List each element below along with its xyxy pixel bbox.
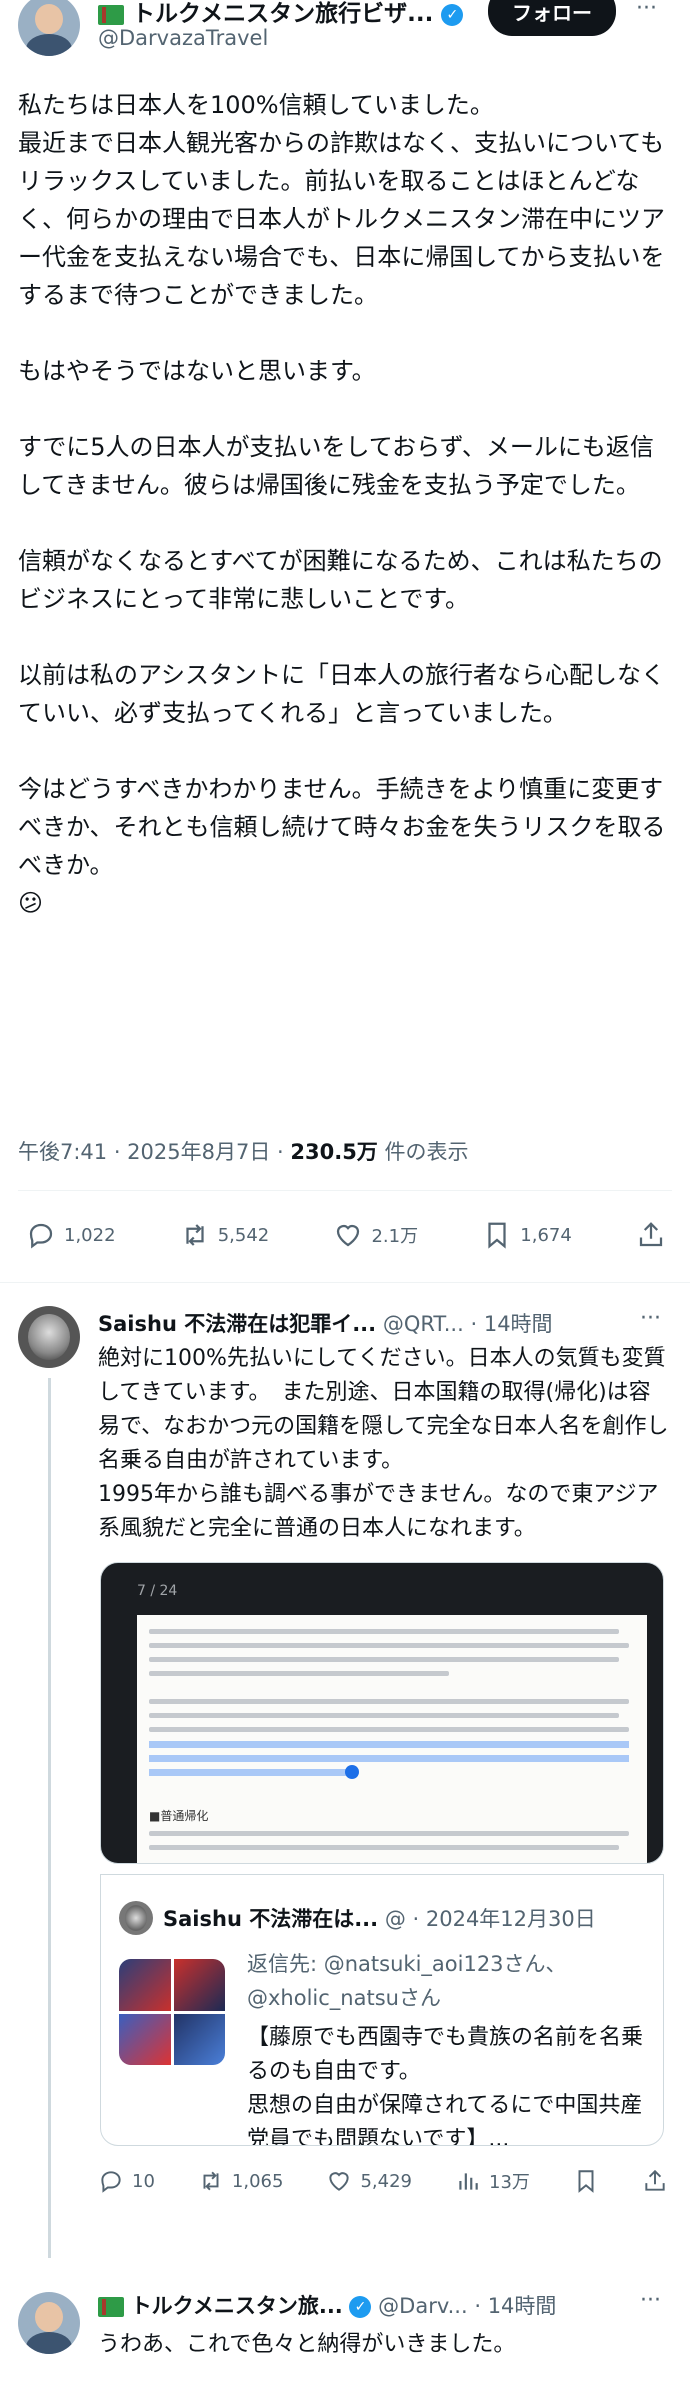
reply-bookmark-button[interactable] xyxy=(573,2168,599,2194)
bookmark-button[interactable]: 1,674 xyxy=(482,1220,572,1250)
reply2-display-name[interactable]: トルクメニスタン旅... xyxy=(131,2294,343,2318)
thread-line xyxy=(48,1378,51,2258)
reply-reply-button[interactable]: 10 xyxy=(98,2168,155,2194)
reply-reply-count: 10 xyxy=(132,2170,155,2192)
retweet-icon xyxy=(186,1224,204,1246)
reply-header: Saishu 不法滞在は犯罪イ... @QRT... · 14時間 xyxy=(98,1308,678,1338)
tweet-paragraph: 今はどうすべきかわかりません。手続きをより慎重に変更すべきか、それとも信頼し続け… xyxy=(18,775,666,879)
reply-retweet-count: 1,065 xyxy=(231,2170,284,2192)
tweet-paragraph: すでに5人の日本人が支払いをしておらず、メールにも返信してきません。彼らは帰国後… xyxy=(18,433,654,499)
document-page-counter: 7 / 24 xyxy=(137,1583,178,1599)
like-count: 2.1万 xyxy=(371,1226,419,1247)
reply-author-avatar[interactable] xyxy=(18,1306,80,1368)
retweet-icon xyxy=(203,2171,219,2191)
turkmenistan-flag-icon xyxy=(98,4,124,25)
quoted-date: · 2024年12月30日 xyxy=(412,1907,596,1931)
bar-chart-icon xyxy=(459,2173,478,2190)
retweet-button[interactable]: 5,542 xyxy=(180,1220,270,1250)
divider xyxy=(18,1190,672,1191)
reply2-text: うわあ、これで色々と納得がいきました。 xyxy=(98,2332,516,2357)
quoted-tweet[interactable]: Saishu 不法滞在は... @ · 2024年12月30日 返信先: @na… xyxy=(100,1874,664,2146)
author-name-row[interactable]: トルクメニスタン旅行ビザ... ✓ xyxy=(98,0,464,27)
reply-display-name[interactable]: Saishu 不法滞在は犯罪イ... xyxy=(98,1312,376,1336)
reply-count: 1,022 xyxy=(64,1224,116,1246)
reply-icon xyxy=(29,1223,53,1249)
reply-like-count: 5,429 xyxy=(360,2170,412,2192)
reply2-handle[interactable]: @Darv... xyxy=(378,2294,468,2318)
quoted-media-grid xyxy=(119,1959,225,2065)
attached-document-image[interactable]: 7 / 24 ■普通帰化 xyxy=(100,1562,664,1864)
tweet-paragraph: もはやそうではないと思います。 xyxy=(18,357,376,385)
like-button[interactable]: 2.1万 xyxy=(333,1220,418,1250)
section-divider xyxy=(0,1282,690,1283)
reply-handle[interactable]: @QRT... xyxy=(383,1312,464,1336)
tweet-paragraph: 私たちは日本人を100%信頼していました。 最近まで日本人観光客からの詐欺はなく… xyxy=(18,91,666,309)
quoted-author-avatar xyxy=(119,1901,153,1935)
reply-icon xyxy=(101,2171,121,2193)
share-button[interactable] xyxy=(636,1220,666,1250)
view-count: 230.5万 xyxy=(290,1140,378,1164)
document-page: ■普通帰化 xyxy=(137,1615,647,1863)
quoted-thumbnail xyxy=(173,1959,225,2011)
follow-button[interactable]: フォロー xyxy=(488,0,616,36)
reply-view-count: 13万 xyxy=(489,2172,530,2193)
quoted-display-name: Saishu 不法滞在は... xyxy=(163,1907,379,1931)
quoted-text: 【藤原でも西園寺でも貴族の名前を名乗るのも自由です。 思想の自由が保障されてるに… xyxy=(247,2025,644,2146)
reply2-more-options-icon[interactable]: ··· xyxy=(640,2288,661,2313)
heart-icon xyxy=(329,2172,350,2191)
tweet-timestamp[interactable]: 午後7:41 · 2025年8月7日 · xyxy=(18,1140,290,1164)
author-display-name: トルクメニスタン旅行ビザ... xyxy=(132,1,434,27)
tweet-paragraph: 以前は私のアシスタントに「日本人の旅行者なら心配しなくていい、必ず支払ってくれる… xyxy=(18,661,666,727)
reply-more-options-icon[interactable]: ··· xyxy=(640,1306,661,1331)
confused-face-emoji: 😕 xyxy=(18,889,44,917)
tweet-body: 私たちは日本人を100%信頼していました。 最近まで日本人観光客からの詐欺はなく… xyxy=(18,86,672,922)
verified-badge-icon: ✓ xyxy=(441,3,464,26)
share-icon xyxy=(639,1222,663,1247)
reply-views-button[interactable]: 13万 xyxy=(455,2168,530,2194)
turkmenistan-flag-icon xyxy=(98,2297,124,2317)
quoted-handle: @ xyxy=(384,1907,406,1931)
tweet-action-bar: 1,022 5,542 2.1万 1,674 xyxy=(26,1210,666,1260)
quoted-thumbnail xyxy=(173,2013,225,2065)
reply2-author-avatar[interactable] xyxy=(18,2292,80,2354)
quoted-thumbnail xyxy=(119,2013,171,2065)
reply-text: 絶対に100%先払いにしてください。日本人の気質も変質してきています。 また別途… xyxy=(98,1346,669,1541)
reply2-header: トルクメニスタン旅... ✓ @Darv... · 14時間 xyxy=(98,2290,678,2320)
reply-button[interactable]: 1,022 xyxy=(26,1220,116,1250)
bookmark-icon xyxy=(578,2170,594,2193)
reply-time[interactable]: · 14時間 xyxy=(470,1312,552,1336)
reply2-time[interactable]: · 14時間 xyxy=(474,2294,556,2318)
tweet-paragraph: 信頼がなくなるとすべてが困難になるため、これは私たちのビジネスにとって非常に悲し… xyxy=(18,547,663,613)
bookmark-icon xyxy=(488,1222,506,1249)
more-options-icon[interactable]: ··· xyxy=(636,0,657,21)
author-handle[interactable]: @DarvazaTravel xyxy=(98,26,268,50)
quoted-thumbnail xyxy=(119,1959,171,2011)
view-count-label: 件の表示 xyxy=(377,1140,469,1164)
quoted-reply-to: 返信先: @natsuki_aoi123さん、 @xholic_natsuさん xyxy=(247,1952,567,2010)
author-avatar[interactable] xyxy=(18,0,80,56)
reply-like-button[interactable]: 5,429 xyxy=(326,2168,412,2194)
reply-share-button[interactable] xyxy=(642,2168,668,2194)
retweet-count: 5,542 xyxy=(217,1224,270,1246)
reply-retweet-button[interactable]: 1,065 xyxy=(198,2168,284,2194)
verified-badge-icon: ✓ xyxy=(349,2296,372,2318)
share-icon xyxy=(645,2169,665,2191)
tweet-meta: 午後7:41 · 2025年8月7日 · 230.5万 件の表示 xyxy=(18,1136,469,1166)
reply-action-bar: 10 1,065 5,429 13万 xyxy=(98,2158,668,2204)
document-heading: ■普通帰化 xyxy=(149,1809,209,1823)
quoted-header: Saishu 不法滞在は... @ · 2024年12月30日 xyxy=(163,1903,596,1933)
bookmark-count: 1,674 xyxy=(520,1224,572,1246)
heart-icon xyxy=(337,1224,360,1247)
